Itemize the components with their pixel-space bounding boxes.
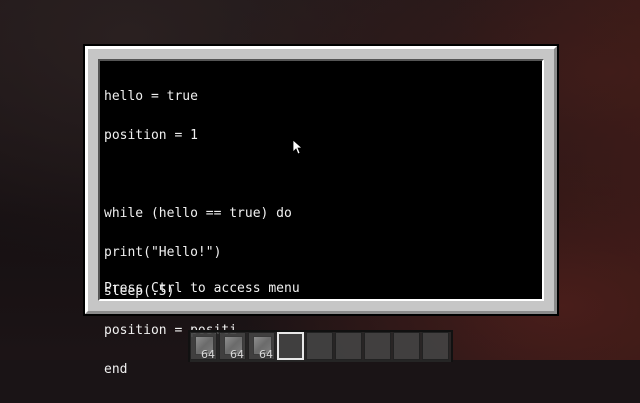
hotbar-slot-4[interactable] (277, 332, 304, 360)
hotbar-slot-6[interactable] (335, 332, 362, 360)
code-line: hello = true (104, 89, 198, 104)
hotbar-slot-5[interactable] (306, 332, 333, 360)
hotbar: 64 64 64 (188, 330, 453, 362)
mouse-pointer-icon (292, 139, 302, 155)
code-line: while (hello == true) do (104, 206, 292, 221)
item-count: 64 (230, 348, 244, 361)
hotbar-slot-1[interactable]: 64 (190, 332, 217, 361)
code-line: position = 1 (104, 128, 198, 143)
hotbar-slot-9[interactable] (422, 332, 449, 360)
computer-terminal-frame: hello = true position = 1 while (hello =… (83, 44, 559, 376)
code-line: print("Hello!") (104, 245, 222, 260)
item-count: 64 (201, 348, 215, 361)
terminal-screen[interactable]: hello = true position = 1 while (hello =… (98, 59, 544, 376)
hotbar-slot-7[interactable] (364, 332, 391, 360)
item-count: 64 (259, 348, 273, 361)
terminal-status-text: Press Ctrl to access menu (104, 281, 300, 296)
hotbar-slot-8[interactable] (393, 332, 420, 360)
hotbar-slot-2[interactable]: 64 (219, 332, 246, 361)
code-line: end (104, 362, 128, 377)
hotbar-slot-3[interactable]: 64 (248, 332, 275, 361)
